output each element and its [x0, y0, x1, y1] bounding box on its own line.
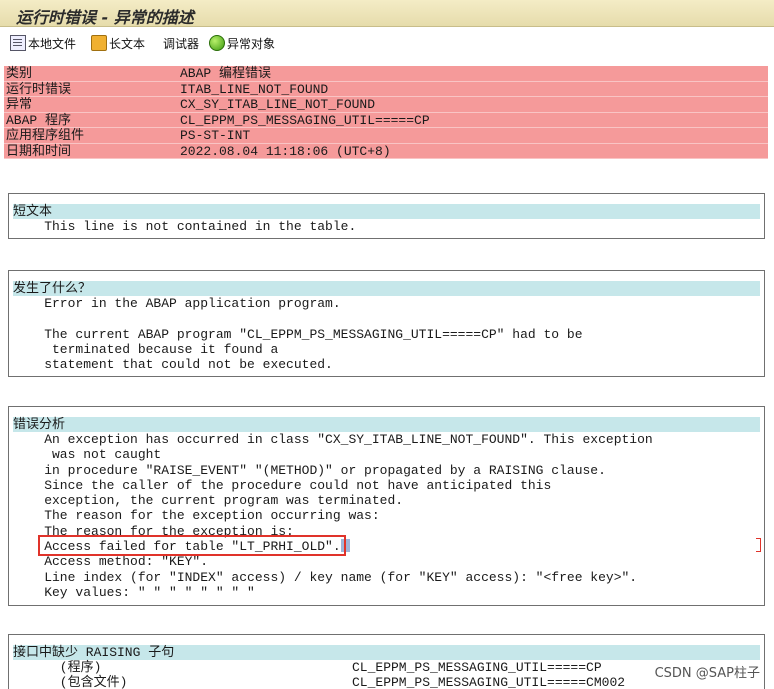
header-key: 应用程序组件	[6, 128, 85, 143]
window-title: 运行时错误 - 异常的描述	[16, 8, 194, 27]
header-row: 运行时错误 ITAB_LINE_NOT_FOUND	[4, 81, 768, 97]
title-bar: 运行时错误 - 异常的描述	[0, 0, 774, 27]
raising-key: (包含文件)	[13, 675, 128, 689]
text-line	[9, 311, 764, 326]
header-value: PS-ST-INT	[180, 128, 251, 143]
raising-value: CL_EPPM_PS_MESSAGING_UTIL=====CM002	[352, 675, 626, 689]
header-value: CL_EPPM_PS_MESSAGING_UTIL=====CP	[180, 112, 430, 128]
header-value: 2022.08.04 11:18:06 (UTC+8)	[180, 143, 391, 159]
text-line: The reason for the exception occurring w…	[13, 508, 380, 524]
exception-object-button[interactable]: 异常对象	[209, 34, 275, 52]
missing-raising-title: 接口中缺少 RAISING 子句	[13, 645, 760, 660]
text-line: Key values: " " " " " " " "	[13, 584, 255, 600]
error-analysis-title: 错误分析	[13, 417, 760, 432]
text-line: Since the caller of the procedure could …	[13, 477, 552, 493]
header-key: 异常	[6, 97, 33, 112]
header-row: 日期和时间 2022.08.04 11:18:06 (UTC+8)	[4, 143, 768, 159]
toolbar: 本地文件 长文本 调试器 异常对象	[0, 28, 774, 56]
watermark: CSDN @SAP柱子	[654, 666, 760, 681]
header-row: ABAP 程序 CL_EPPM_PS_MESSAGING_UTIL=====CP	[4, 112, 768, 128]
missing-raising-section: 接口中缺少 RAISING 子句 (程序) CL_EPPM_PS_MESSAGIN…	[8, 634, 765, 689]
text-line: exception, the current program was termi…	[13, 493, 404, 509]
text-line: Access method: "KEY".	[13, 554, 209, 570]
local-file-label: 本地文件	[28, 36, 77, 51]
header-value: ABAP 编程错误	[180, 66, 272, 81]
header-key: 类别	[6, 66, 33, 81]
text-line: terminated because it found a	[13, 341, 279, 357]
header-table: 类别 ABAP 编程错误运行时错误 ITAB_LINE_NOT_FOUND 异常 CX_…	[4, 66, 768, 159]
exception-object-icon	[209, 35, 225, 51]
what-happened-title: 发生了什么？	[13, 281, 760, 296]
short-text-section: 短文本 This line is not contained in the ta…	[8, 193, 765, 239]
header-value: CX_SY_ITAB_LINE_NOT_FOUND	[180, 97, 376, 112]
raising-value: CL_EPPM_PS_MESSAGING_UTIL=====CP	[352, 660, 602, 675]
exception-object-label: 异常对象	[227, 36, 276, 51]
header-row: 异常 CX_SY_ITAB_LINE_NOT_FOUND	[4, 97, 768, 113]
text-line: statement that could not be executed.	[13, 357, 333, 373]
short-text-title: 短文本	[13, 204, 760, 219]
highlight-box	[38, 535, 346, 556]
text-line: The current ABAP program "CL_EPPM_PS_MES…	[13, 326, 583, 342]
local-file-button[interactable]: 本地文件	[10, 34, 76, 52]
header-key: 运行时错误	[6, 81, 72, 97]
header-row: 应用程序组件 PS-ST-INT	[4, 128, 768, 144]
header-value: ITAB_LINE_NOT_FOUND	[180, 81, 329, 97]
raising-key: (程序)	[13, 660, 102, 675]
text-line: in procedure "RAISE_EVENT" "(METHOD)" or…	[13, 462, 606, 478]
long-text-button[interactable]: 长文本	[91, 34, 145, 52]
debugger-label: 调试器	[163, 36, 200, 51]
text-line: Line index (for "INDEX" access) / key na…	[13, 569, 638, 585]
header-key: 日期和时间	[6, 143, 72, 159]
highlight-marker	[756, 538, 761, 552]
text-line: Error in the ABAP application program.	[13, 296, 341, 311]
text-line: was not caught	[13, 447, 162, 463]
raising-row: (包含文件) CL_EPPM_PS_MESSAGING_UTIL=====CM00…	[9, 675, 764, 689]
header-key: ABAP 程序	[6, 112, 72, 128]
what-happened-section: 发生了什么？ Error in the ABAP application pro…	[8, 270, 765, 377]
text-line: An exception has occurred in class "CX_S…	[13, 432, 653, 447]
error-analysis-section: 错误分析 An exception has occurred in class …	[8, 406, 765, 606]
debugger-button[interactable]: 调试器	[163, 34, 199, 52]
raising-row: (程序) CL_EPPM_PS_MESSAGING_UTIL=====CP	[9, 660, 764, 675]
long-text-label: 长文本	[109, 36, 146, 51]
local-file-icon	[10, 35, 26, 51]
header-row: 类别 ABAP 编程错误	[4, 66, 768, 82]
long-text-icon	[91, 35, 107, 51]
text-line: This line is not contained in the table.	[13, 219, 357, 234]
